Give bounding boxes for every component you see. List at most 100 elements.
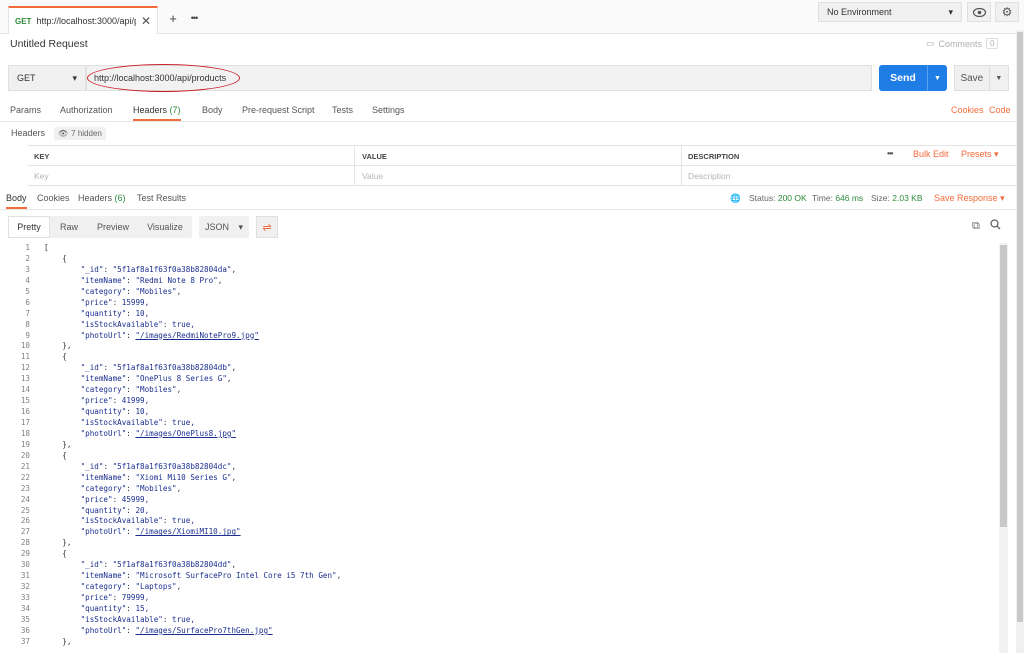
comments-label: Comments: [938, 38, 983, 49]
search-icon[interactable]: [990, 219, 1001, 233]
cookies-link[interactable]: Cookies: [951, 105, 984, 115]
gear-icon[interactable]: ⚙: [995, 2, 1019, 22]
line-number: 10: [20, 341, 30, 351]
hidden-headers-label: 7 hidden: [71, 129, 102, 138]
globe-icon: 🌐: [730, 193, 741, 203]
code-line: 2 {: [0, 254, 998, 265]
code-line: 14 "category": "Mobiles",: [0, 385, 998, 396]
request-tabs: Params Authorization Headers (7) Body Pr…: [0, 100, 1016, 122]
line-number: 27: [20, 527, 30, 537]
tab-response-cookies[interactable]: Cookies: [37, 193, 70, 203]
more-options-button[interactable]: •••: [887, 149, 893, 158]
response-scrollbar-thumb[interactable]: [1000, 245, 1007, 527]
tab-label: Cookies: [37, 193, 70, 203]
chevron-down-icon[interactable]: ▼: [927, 65, 947, 91]
format-select[interactable]: JSON ▾: [199, 216, 249, 238]
table-row: Key Value Description: [28, 166, 1016, 186]
tab-body[interactable]: Body: [202, 105, 223, 115]
tab-method: GET: [15, 16, 32, 26]
request-title[interactable]: Untitled Request: [10, 38, 88, 50]
tab-tests[interactable]: Tests: [332, 105, 353, 115]
method-select[interactable]: GET ▾: [8, 65, 86, 91]
code-line: 27 "photoUrl": "/images/XiomiMI10.jpg": [0, 527, 998, 538]
window-scrollbar-thumb[interactable]: [1017, 32, 1023, 622]
code-text: "price": 15999,: [80, 297, 150, 307]
line-number: 34: [20, 603, 30, 613]
tab-headers[interactable]: Headers (7): [133, 105, 181, 121]
line-number: 1: [25, 243, 30, 252]
visualize-button[interactable]: Visualize: [138, 216, 192, 238]
line-number: 7: [25, 308, 30, 318]
url-input[interactable]: http://localhost:3000/api/products: [86, 65, 872, 91]
code-text: [: [44, 243, 49, 252]
line-number: 30: [20, 560, 30, 570]
send-button[interactable]: Send ▼: [879, 65, 947, 91]
code-text: "category": "Mobiles",: [80, 286, 182, 296]
raw-button[interactable]: Raw: [50, 216, 88, 238]
comments-button[interactable]: ▭ Comments 0: [926, 38, 999, 49]
column-header-value: VALUE: [362, 151, 387, 161]
code-line: 16 "quantity": 10,: [0, 407, 998, 418]
key-input[interactable]: Key: [28, 166, 356, 186]
code-line: 25 "quantity": 20,: [0, 506, 998, 517]
copy-icon[interactable]: ⧉: [972, 220, 980, 233]
presets-button[interactable]: Presets ▾: [961, 149, 999, 160]
tab-label: Pre-request Script: [242, 105, 315, 115]
line-number: 31: [20, 571, 30, 581]
code-text: "photoUrl": "/images/SurfacePro7thGen.jp…: [80, 625, 273, 635]
tab-pre-request-script[interactable]: Pre-request Script: [242, 105, 315, 115]
size-value: 2.03 KB: [892, 193, 923, 203]
line-number: 36: [20, 625, 30, 635]
code-line: 23 "category": "Mobiles",: [0, 484, 998, 495]
tab-test-results[interactable]: Test Results: [137, 193, 186, 203]
line-number: 3: [25, 264, 30, 274]
pretty-button[interactable]: Pretty: [8, 216, 50, 238]
new-tab-button[interactable]: +: [163, 9, 183, 27]
column-divider: [681, 146, 682, 186]
code-link[interactable]: Code: [989, 105, 1011, 115]
tab-label: Body: [6, 193, 27, 203]
eye-icon[interactable]: [967, 2, 991, 22]
headers-subtitle: Headers: [11, 128, 46, 138]
code-text: {: [44, 549, 67, 559]
code-line: 33 "price": 79999,: [0, 593, 998, 604]
code-text: "category": "Laptops",: [80, 582, 182, 592]
save-button[interactable]: Save ▼: [954, 65, 1009, 91]
wrap-lines-icon[interactable]: ⇌: [256, 216, 278, 238]
code-line: 22 "itemName": "Xiomi Mi10 Series G",: [0, 473, 998, 484]
code-text: "itemName": "Redmi Note 8 Pro",: [80, 275, 223, 285]
description-input[interactable]: Description: [682, 166, 1016, 186]
code-line: 17 "isStockAvailable": true,: [0, 418, 998, 429]
time-label: Time:: [812, 193, 833, 203]
code-line: 21 "_id": "5f1af8a1f63f0a38b82804dc",: [0, 462, 998, 473]
tab-params[interactable]: Params: [10, 105, 41, 115]
bulk-edit-button[interactable]: Bulk Edit: [913, 149, 949, 159]
request-tab[interactable]: GET http://localhost:3000/api/prod... ✕: [8, 6, 158, 34]
tab-response-headers[interactable]: Headers (6): [78, 193, 126, 203]
tab-count: (7): [169, 105, 181, 115]
chevron-down-icon[interactable]: ▼: [988, 66, 1008, 90]
environment-select[interactable]: No Environment ▾: [818, 2, 962, 22]
code-line: 26 "isStockAvailable": true,: [0, 516, 998, 527]
save-response-button[interactable]: Save Response ▾: [934, 193, 1005, 204]
tab-authorization[interactable]: Authorization: [60, 105, 113, 115]
save-response-label: Save Response: [934, 193, 998, 203]
tab-response-body[interactable]: Body: [6, 193, 27, 209]
tab-label: Body: [202, 105, 223, 115]
tab-settings[interactable]: Settings: [372, 105, 405, 115]
line-number: 24: [20, 494, 30, 504]
response-scrollbar[interactable]: [999, 243, 1008, 653]
close-icon[interactable]: ✕: [141, 14, 151, 28]
code-line: 24 "price": 45999,: [0, 495, 998, 506]
hidden-headers-toggle[interactable]: 👁 7 hidden: [54, 127, 106, 140]
code-line: 9 "photoUrl": "/images/RedmiNotePro9.jpg…: [0, 331, 998, 342]
response-body-editor[interactable]: 1[2 {3 "_id": "5f1af8a1f63f0a38b82804da"…: [0, 243, 998, 653]
window-scrollbar[interactable]: [1016, 30, 1024, 653]
value-input[interactable]: Value: [356, 166, 682, 186]
preview-button[interactable]: Preview: [88, 216, 138, 238]
line-number: 8: [25, 319, 30, 329]
code-line: 32 "category": "Laptops",: [0, 582, 998, 593]
more-tabs-button[interactable]: •••: [184, 9, 204, 27]
code-text: },: [44, 636, 72, 646]
code-text: {: [44, 352, 67, 362]
